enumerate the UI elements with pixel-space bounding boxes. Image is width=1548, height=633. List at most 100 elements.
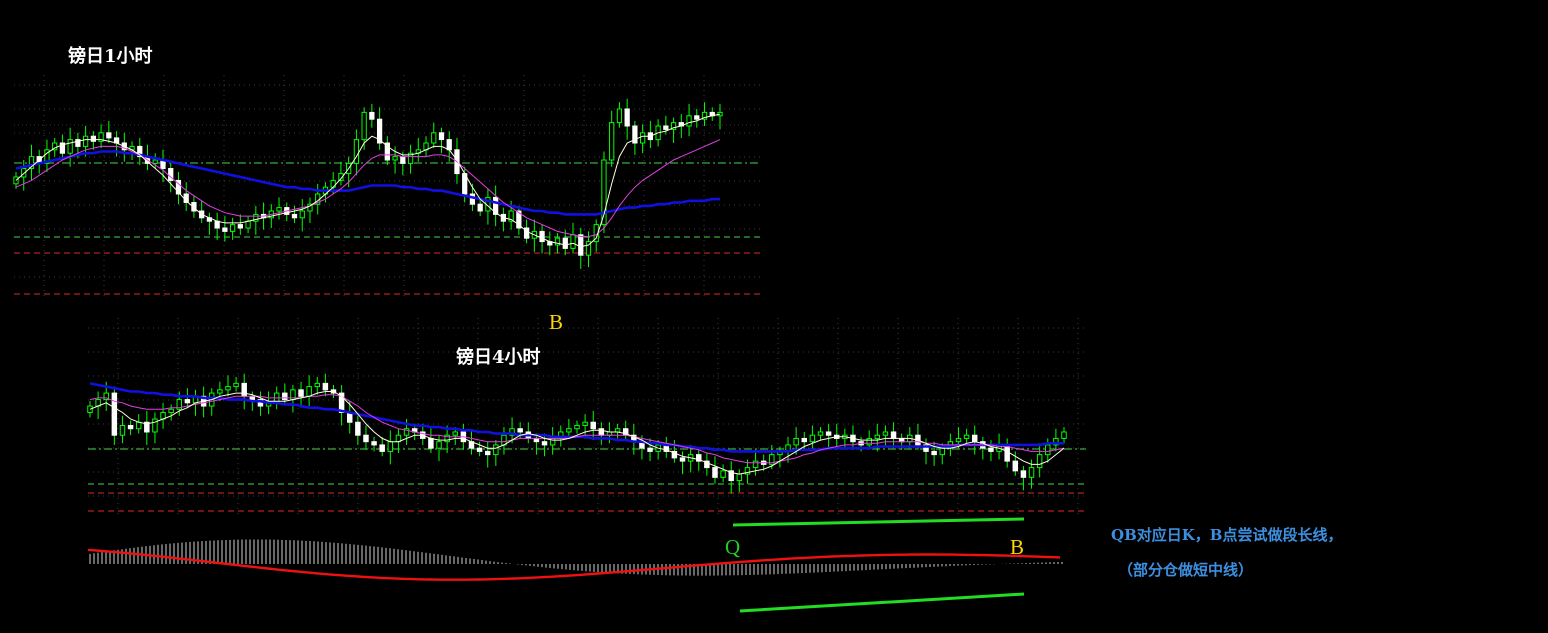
candle-body (484, 450, 491, 456)
grid-4h (88, 318, 1086, 515)
candle-body (322, 382, 329, 391)
candle-body (436, 441, 442, 449)
candle-body (241, 382, 247, 397)
candle-body (438, 132, 445, 141)
candle-body (874, 434, 881, 439)
candle-body (988, 447, 994, 452)
chart-title-4h: 镑日4小时 (456, 347, 541, 368)
candle-body (801, 437, 807, 443)
candle-body (1036, 454, 1043, 469)
candle-body (590, 421, 596, 430)
candle-body (229, 224, 236, 232)
candle-body (1020, 470, 1027, 478)
candle-body (168, 408, 174, 414)
candle-body (353, 139, 360, 164)
candle-body (298, 389, 304, 397)
candle-body (245, 220, 251, 229)
candle-body (614, 428, 621, 433)
candle-body (825, 431, 832, 436)
candle-body (361, 111, 367, 141)
candle-body (314, 382, 320, 388)
candle-body (562, 237, 568, 249)
candle-body (898, 437, 905, 443)
candle-body (1004, 444, 1010, 462)
candle-body (363, 434, 369, 443)
candle-body (184, 399, 191, 404)
candle-body (1061, 431, 1067, 439)
candle-body (67, 139, 73, 154)
candle-body (712, 467, 718, 478)
candle-body (282, 392, 288, 401)
candle-body (955, 437, 962, 443)
candle-body (222, 227, 228, 232)
candle-body (106, 132, 112, 139)
ma-mid-line (15, 139, 721, 237)
candle-body (152, 159, 158, 164)
candle-body (679, 457, 686, 462)
marker-q-4h: Q (725, 535, 741, 559)
candle-body (971, 434, 978, 443)
candle-body (82, 135, 89, 147)
candle-body (387, 441, 394, 452)
candle-body (249, 395, 256, 401)
chart-title-1h: 镑日1小时 (68, 46, 153, 67)
candle-body (276, 207, 282, 212)
marker-b-1h: B (549, 310, 564, 334)
candle-body (135, 421, 142, 430)
candle-body (477, 203, 483, 212)
candle-body (686, 115, 692, 127)
candle-body (533, 437, 540, 443)
trend-line-oscillator (739, 592, 1025, 613)
candle-body (517, 428, 523, 433)
candle-body (809, 434, 816, 443)
candle-body (609, 122, 615, 161)
candle-body (306, 386, 312, 397)
candle-body (299, 210, 305, 219)
candle-body (428, 437, 434, 449)
candle-body (233, 382, 239, 388)
candle-body (1012, 460, 1019, 472)
candle-body (793, 437, 799, 446)
candle-body (476, 447, 483, 452)
candles-1h (13, 98, 723, 269)
candle-body (111, 392, 118, 436)
trend-line-price (732, 517, 1025, 527)
candle-body (939, 447, 945, 456)
candle-body (379, 444, 385, 452)
candle-body (931, 450, 937, 456)
candle-body (119, 424, 126, 436)
candle-body (371, 441, 377, 446)
candle-body (640, 132, 646, 144)
candle-body (882, 431, 889, 436)
ma-fast-line (15, 113, 721, 248)
note-line-2: （部分仓做短中线） (1118, 561, 1254, 579)
moving-averages-1h (15, 113, 721, 248)
candle-body (127, 424, 134, 430)
candle-body (392, 156, 398, 161)
oscillator-panel (87, 539, 1063, 581)
candle-body (963, 434, 970, 439)
candle-body (598, 428, 605, 436)
candle-body (369, 111, 375, 120)
candle-body (720, 470, 726, 478)
candle-body (570, 234, 576, 249)
candle-body (152, 418, 158, 433)
grid-1h (14, 75, 760, 300)
candle-body (624, 108, 630, 127)
candle-body (541, 441, 548, 446)
candle-body (452, 431, 458, 436)
candle-body (291, 213, 298, 219)
candle-body (237, 224, 243, 229)
marker-b-4h: B (1010, 535, 1025, 559)
candle-body (469, 193, 476, 205)
candle-body (647, 447, 653, 452)
candle-body (578, 234, 584, 256)
candles-4h (87, 373, 1067, 494)
candle-body (214, 220, 220, 229)
candle-body (890, 431, 897, 439)
candle-body (574, 424, 580, 430)
candle-body (582, 421, 588, 426)
candle-body (400, 156, 406, 164)
note-line-1: QB对应日K，B点尝试做段长线， (1111, 526, 1343, 544)
candle-body (90, 135, 96, 142)
